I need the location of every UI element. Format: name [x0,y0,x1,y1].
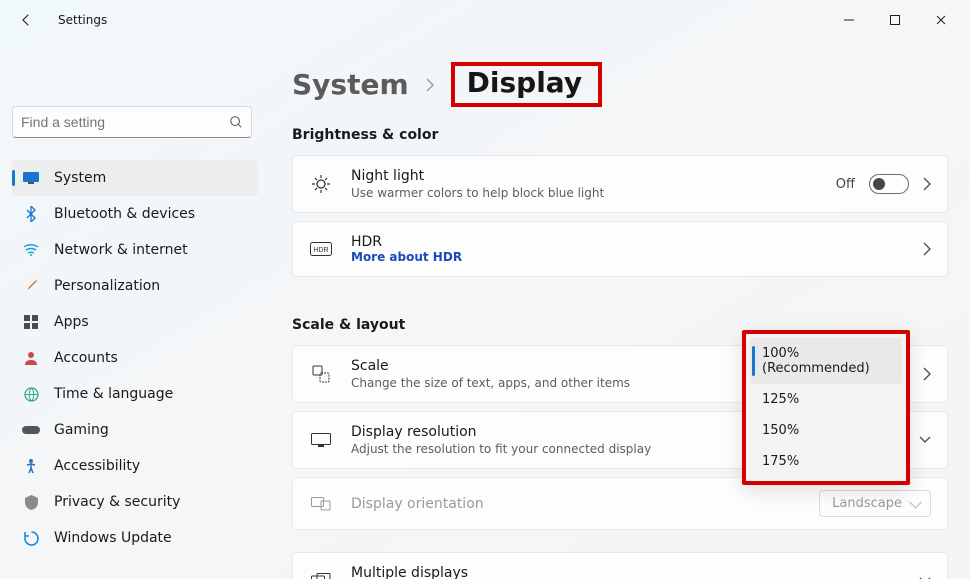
breadcrumb-parent[interactable]: System [292,68,409,101]
nav-item-update[interactable]: Windows Update [12,520,258,556]
back-button[interactable] [12,6,40,34]
nav-item-apps[interactable]: Apps [12,304,258,340]
svg-text:HDR: HDR [313,247,328,254]
multiple-displays-icon [309,573,333,579]
nav-label: Personalization [54,278,160,294]
close-button[interactable] [918,4,964,36]
card-subtitle: Use warmer colors to help block blue lig… [351,186,818,200]
nav-item-time[interactable]: Time & language [12,376,258,412]
night-light-icon [309,174,333,194]
orientation-icon [309,497,333,511]
toggle-state: Off [836,177,855,192]
nav-item-accessibility[interactable]: Accessibility [12,448,258,484]
nav-label: Network & internet [54,242,188,258]
chevron-down-icon[interactable] [919,436,931,444]
breadcrumb-current: Display [467,66,582,99]
nav-item-accounts[interactable]: Accounts [12,340,258,376]
nav-label: System [54,170,106,186]
orientation-combo: Landscape [819,490,931,517]
nav-label: Bluetooth & devices [54,206,195,222]
user-block [12,46,258,96]
nav-list: System Bluetooth & devices Network & int… [12,160,258,556]
hdr-icon: HDR [309,242,333,256]
accessibility-icon [22,459,40,474]
scale-option-125[interactable]: 125% [750,384,902,415]
scale-option-175[interactable]: 175% [750,446,902,477]
chevron-right-icon[interactable] [923,177,931,191]
chevron-right-icon[interactable] [923,242,931,256]
nav-label: Apps [54,314,89,330]
chevron-right-icon [425,78,435,92]
search-field[interactable] [21,114,229,130]
system-icon [22,172,40,184]
breadcrumb-current-highlight: Display [451,62,602,107]
card-title: HDR [351,234,905,250]
nav-item-bluetooth[interactable]: Bluetooth & devices [12,196,258,232]
nav-item-network[interactable]: Network & internet [12,232,258,268]
wifi-icon [22,244,40,256]
search-icon [229,115,243,129]
globe-icon [22,387,40,402]
scale-dropdown[interactable]: 100% (Recommended) 125% 150% 175% [742,330,910,485]
nav-item-personalization[interactable]: Personalization [12,268,258,304]
night-light-toggle[interactable] [869,174,909,194]
card-hdr[interactable]: HDR HDR More about HDR [292,221,948,277]
card-title: Multiple displays [351,565,901,579]
gamepad-icon [22,424,40,436]
card-title: Night light [351,168,818,184]
brush-icon [22,278,40,294]
hdr-link[interactable]: More about HDR [351,250,905,264]
nav-item-system[interactable]: System [12,160,258,196]
nav-label: Time & language [54,386,173,402]
apps-icon [22,315,40,329]
resolution-icon [309,433,333,447]
nav-label: Privacy & security [54,494,180,510]
nav-item-gaming[interactable]: Gaming [12,412,258,448]
maximize-button[interactable] [872,4,918,36]
nav-label: Windows Update [54,530,172,546]
minimize-button[interactable] [826,4,872,36]
chevron-right-icon[interactable] [923,367,931,381]
section-brightness: Brightness & color [292,127,948,143]
card-multiple-displays[interactable]: Multiple displays Choose the presentatio… [292,552,948,579]
breadcrumb: System Display [292,62,948,107]
scale-option-100[interactable]: 100% (Recommended) [750,338,902,384]
search-input[interactable] [12,106,252,138]
window-title: Settings [58,13,107,27]
nav-label: Gaming [54,422,109,438]
update-icon [22,531,40,546]
person-icon [22,351,40,365]
shield-icon [22,495,40,510]
nav-label: Accessibility [54,458,140,474]
nav-label: Accounts [54,350,118,366]
scale-icon [309,365,333,383]
card-title: Display orientation [351,496,801,512]
bluetooth-icon [22,206,40,222]
scale-option-150[interactable]: 150% [750,415,902,446]
card-night-light[interactable]: Night light Use warmer colors to help bl… [292,155,948,213]
nav-item-privacy[interactable]: Privacy & security [12,484,258,520]
